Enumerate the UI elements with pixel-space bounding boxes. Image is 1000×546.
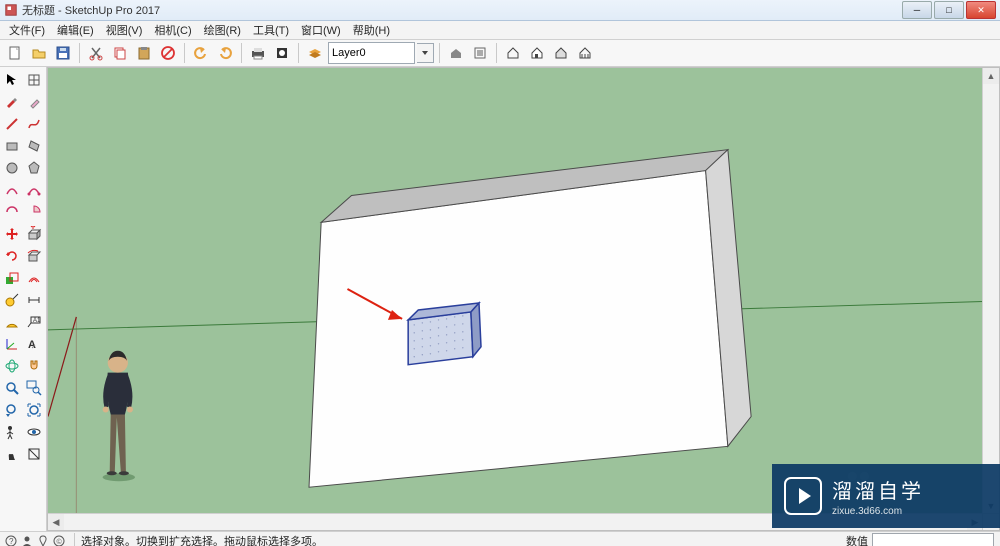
layer-select[interactable] [328,42,415,64]
axes-icon[interactable] [1,333,23,355]
component-icon[interactable] [469,42,491,64]
line-icon[interactable] [1,113,23,135]
delete-icon[interactable] [157,42,179,64]
paint-icon[interactable] [1,91,23,113]
position-camera-icon[interactable] [1,421,23,443]
freehand-icon[interactable] [23,113,45,135]
pushpull-icon[interactable] [23,223,45,245]
svg-text:?: ? [9,537,14,546]
house3-icon[interactable] [550,42,572,64]
menu-camera[interactable]: 相机(C) [149,21,196,39]
print-icon[interactable] [247,42,269,64]
text-icon[interactable]: A1 [23,311,45,333]
status-user-icon[interactable] [20,534,34,546]
undo-icon[interactable] [190,42,212,64]
erase-icon[interactable] [23,91,45,113]
close-button[interactable]: ✕ [966,1,996,19]
model-info-icon[interactable] [271,42,293,64]
scene-svg [48,68,999,530]
toolbox: A1 A [0,67,47,531]
app-icon [4,3,18,17]
dimension-icon[interactable] [23,289,45,311]
select-icon[interactable] [1,69,23,91]
viewport[interactable]: ▲ ▼ ◀ ▶ [47,67,1000,531]
scroll-corner [982,513,999,530]
window-title: 无标题 - SketchUp Pro 2017 [22,2,160,18]
zoom-window-icon[interactable] [23,377,45,399]
status-credit-icon[interactable]: © [52,534,66,546]
open-file-icon[interactable] [28,42,50,64]
menu-file[interactable]: 文件(F) [4,21,50,39]
scroll-right-icon[interactable]: ▶ [967,514,983,530]
menu-bar: 文件(F) 编辑(E) 视图(V) 相机(C) 绘图(R) 工具(T) 窗口(W… [0,21,1000,40]
offset-icon[interactable] [23,267,45,289]
pie-icon[interactable] [23,201,45,223]
top-toolbar [0,40,1000,67]
scroll-left-icon[interactable]: ◀ [48,514,64,530]
polygon-icon[interactable] [23,157,45,179]
followme-icon[interactable] [23,245,45,267]
measure-label: 数值 [846,533,872,546]
new-file-icon[interactable] [4,42,26,64]
viewport-vertical-scrollbar[interactable]: ▲ ▼ [982,68,999,514]
status-geo-icon[interactable] [36,534,50,546]
zoom-previous-icon[interactable] [1,399,23,421]
house1-icon[interactable] [502,42,524,64]
scale-icon[interactable] [1,267,23,289]
move-icon[interactable] [1,223,23,245]
tape-icon[interactable] [1,289,23,311]
circle-icon[interactable] [1,157,23,179]
zoom-extents-icon[interactable] [23,399,45,421]
orbit-icon[interactable] [1,355,23,377]
minimize-button[interactable]: ─ [902,1,932,19]
title-bar: 无标题 - SketchUp Pro 2017 ─ □ ✕ [0,0,1000,21]
maximize-button[interactable]: □ [934,1,964,19]
look-around-icon[interactable] [23,421,45,443]
svg-text:A1: A1 [33,318,41,324]
rectangle-icon[interactable] [1,135,23,157]
menu-view[interactable]: 视图(V) [101,21,148,39]
house2-icon[interactable] [526,42,548,64]
arc-icon[interactable] [1,179,23,201]
arc2-icon[interactable] [23,179,45,201]
status-hint: 选择对象。切换到扩充选择。拖动鼠标选择多项。 [79,533,323,546]
status-bar: ? © 选择对象。切换到扩充选择。拖动鼠标选择多项。 数值 [0,531,1000,546]
house4-icon[interactable] [574,42,596,64]
menu-window[interactable]: 窗口(W) [296,21,346,39]
redo-icon[interactable] [214,42,236,64]
scroll-up-icon[interactable]: ▲ [983,68,999,84]
walk-icon[interactable] [1,443,23,465]
menu-edit[interactable]: 编辑(E) [52,21,99,39]
cut-icon[interactable] [85,42,107,64]
protractor-icon[interactable] [1,311,23,333]
scroll-down-icon[interactable]: ▼ [983,498,999,514]
pan-icon[interactable] [23,355,45,377]
menu-help[interactable]: 帮助(H) [348,21,395,39]
paste-icon[interactable] [133,42,155,64]
warehouse-icon[interactable] [445,42,467,64]
layer-dropdown-icon[interactable] [417,43,434,63]
zoom-icon[interactable] [1,377,23,399]
rotated-rect-icon[interactable] [23,135,45,157]
menu-tools[interactable]: 工具(T) [248,21,294,39]
component-tool-icon[interactable] [23,69,45,91]
3dtext-icon[interactable]: A [23,333,45,355]
measure-input[interactable] [872,533,994,546]
svg-text:©: © [57,538,63,546]
arc3-icon[interactable] [1,201,23,223]
rotate-icon[interactable] [1,245,23,267]
layer-icon[interactable] [304,42,326,64]
section-icon[interactable] [23,443,45,465]
viewport-horizontal-scrollbar[interactable]: ◀ ▶ [48,513,983,530]
copy-icon[interactable] [109,42,131,64]
save-file-icon[interactable] [52,42,74,64]
menu-draw[interactable]: 绘图(R) [199,21,246,39]
status-help-icon[interactable]: ? [4,534,18,546]
